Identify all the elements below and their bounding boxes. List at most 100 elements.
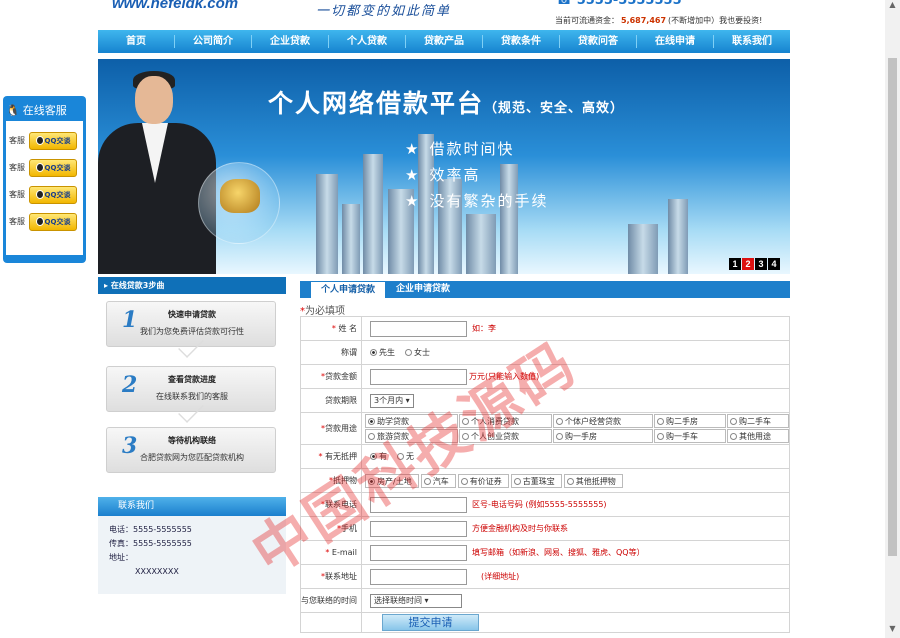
contact-address-label: 地址： <box>109 553 133 562</box>
qq-chat-label: QQ交谈 <box>44 136 71 145</box>
nav-home[interactable]: 首页 <box>98 35 175 48</box>
scrollbar-thumb[interactable] <box>888 58 897 556</box>
qq-chat-button[interactable]: QQ交谈 <box>29 158 77 177</box>
collateral-radio[interactable] <box>423 477 431 485</box>
funds-info: 当前可流通资金： 5,687,467 (不断增加中）我也要投资! <box>555 15 762 26</box>
phone-label: *联系电话 <box>300 492 362 517</box>
qq-row: 客服 QQ交谈 <box>6 208 83 235</box>
use-radio[interactable] <box>556 433 563 440</box>
name-input[interactable] <box>370 320 467 337</box>
collateral-option-label: 有价证券 <box>469 476 502 486</box>
pager-2[interactable]: 2 <box>742 258 754 270</box>
pager-4[interactable]: 4 <box>768 258 780 270</box>
nav-personal-loan[interactable]: 个人贷款 <box>329 35 406 48</box>
title-ms-radio[interactable] <box>405 349 412 356</box>
use-option-label: 个体户经营贷款 <box>565 417 621 426</box>
qq-label: 客服 <box>9 217 25 226</box>
name-label: * 姓 名 <box>300 316 362 341</box>
tab-personal[interactable]: 个人申请贷款 <box>310 281 387 298</box>
phone-input[interactable] <box>370 496 467 513</box>
use-option-label: 购一手房 <box>565 432 597 441</box>
qq-panel-title: 在线客服 <box>22 104 67 117</box>
collateral-radio[interactable] <box>566 477 574 485</box>
qq-label: 客服 <box>9 136 25 145</box>
contact-time-select[interactable]: 选择联络时间 ▾ <box>370 593 462 608</box>
term-select[interactable]: 3个月内 ▾ <box>370 393 414 408</box>
title-mr-label: 先生 <box>379 348 395 357</box>
address-label: *联系地址 <box>300 564 362 589</box>
banner[interactable]: 个人网络借款平台（规范、安全、高效） ★ 借款时间快 ★ 效率高 ★ 没有繁杂的手续 … <box>98 59 790 274</box>
step-title: 快速申请贷款 <box>168 310 216 319</box>
nav-products[interactable]: 贷款产品 <box>406 35 483 48</box>
banner-title-text: 个人网络借款平台 <box>268 89 485 118</box>
qq-icon <box>35 136 44 145</box>
title-ms-label: 女士 <box>414 348 430 357</box>
qq-icon <box>35 217 44 226</box>
use-radio[interactable] <box>462 418 469 425</box>
use-option-label: 购二手车 <box>739 417 771 426</box>
collateral-option-label: 古董珠宝 <box>522 476 555 486</box>
collateral-radio[interactable] <box>368 477 375 485</box>
qq-chat-label: QQ交谈 <box>44 163 71 172</box>
scroll-down-icon[interactable]: ▼ <box>885 624 900 638</box>
use-radio[interactable] <box>730 418 737 425</box>
contact-title: 联系我们 <box>98 497 286 516</box>
tab-business[interactable]: 企业申请贷款 <box>386 281 460 298</box>
nav-contact[interactable]: 联系我们 <box>714 35 790 48</box>
name-hint: 如：李 <box>472 324 496 333</box>
scrollbar[interactable]: ▲ ▼ <box>885 0 900 638</box>
invest-link[interactable]: (不断增加中）我也要投资! <box>668 16 762 25</box>
hotline: ☎ 5555-5555555 <box>556 0 682 8</box>
use-radio[interactable] <box>368 418 375 425</box>
pager-1[interactable]: 1 <box>729 258 741 270</box>
collateral-radio[interactable] <box>513 477 521 485</box>
nav-about[interactable]: 公司简介 <box>175 35 252 48</box>
step-title: 等待机构联络 <box>168 436 216 445</box>
qq-icon <box>35 163 44 172</box>
nav-faq[interactable]: 贷款问答 <box>560 35 637 48</box>
qq-row: 客服 QQ交谈 <box>6 154 83 181</box>
nav-apply[interactable]: 在线申请 <box>637 35 714 48</box>
use-radio[interactable] <box>462 433 469 440</box>
banner-points: ★ 借款时间快 ★ 效率高 ★ 没有繁杂的手续 <box>405 136 548 214</box>
mortgage-yes-radio[interactable] <box>370 453 377 460</box>
nav-business-loan[interactable]: 企业贷款 <box>252 35 329 48</box>
use-option-label: 助学贷款 <box>377 417 409 426</box>
mobile-input[interactable] <box>370 520 467 537</box>
contact-time-label: 与您联络的时间 <box>300 588 362 613</box>
submit-button[interactable]: 提交申请 <box>382 614 479 631</box>
email-input[interactable] <box>370 544 467 561</box>
hotline-number: 5555-5555555 <box>576 0 682 8</box>
use-radio[interactable] <box>368 433 375 440</box>
qq-service-panel: 🐧 在线客服 客服 QQ交谈 客服 QQ交谈 客服 QQ交谈 客服 QQ交谈 <box>3 96 86 263</box>
collateral-radio[interactable] <box>460 477 468 485</box>
nav-conditions[interactable]: 贷款条件 <box>483 35 560 48</box>
address-input[interactable] <box>370 568 467 585</box>
mobile-label: *手机 <box>300 516 362 541</box>
star-icon: ★ <box>405 140 421 158</box>
scroll-up-icon[interactable]: ▲ <box>885 0 900 14</box>
banner-point: ★ 效率高 <box>405 162 548 188</box>
required-note: *为必填项 <box>300 302 345 317</box>
site-logo[interactable]: www.hefeidk.com <box>112 0 238 12</box>
banner-subtitle: （规范、安全、高效） <box>484 101 625 116</box>
main-nav: 首页 公司简介 企业贷款 个人贷款 贷款产品 贷款条件 贷款问答 在线申请 联系… <box>98 30 790 53</box>
use-radio[interactable] <box>657 418 664 425</box>
qq-label: 客服 <box>9 163 25 172</box>
gold-coins-image <box>220 179 260 213</box>
use-radio[interactable] <box>556 418 563 425</box>
step-card-3[interactable]: 3 等待机构联络 合肥贷款网为您匹配贷款机构 <box>106 427 276 473</box>
title-mr-radio[interactable] <box>370 349 377 356</box>
use-radio[interactable] <box>657 433 664 440</box>
amount-input[interactable] <box>370 368 467 385</box>
use-option-label: 个人消费贷款 <box>471 417 519 426</box>
qq-chat-button[interactable]: QQ交谈 <box>29 185 77 204</box>
loan-application-form: * 姓 名 如：李 称谓 先生 女士 *贷款金额 万元(只能输入数值) 贷款期限 3个月内… <box>300 316 790 633</box>
mortgage-no-radio[interactable] <box>397 453 404 460</box>
pager-3[interactable]: 3 <box>755 258 767 270</box>
use-radio[interactable] <box>730 433 737 440</box>
qq-chat-button[interactable]: QQ交谈 <box>29 212 77 231</box>
qq-chat-button[interactable]: QQ交谈 <box>29 131 77 150</box>
contact-address: XXXXXXXX <box>135 567 179 576</box>
star-icon: ★ <box>405 192 421 210</box>
